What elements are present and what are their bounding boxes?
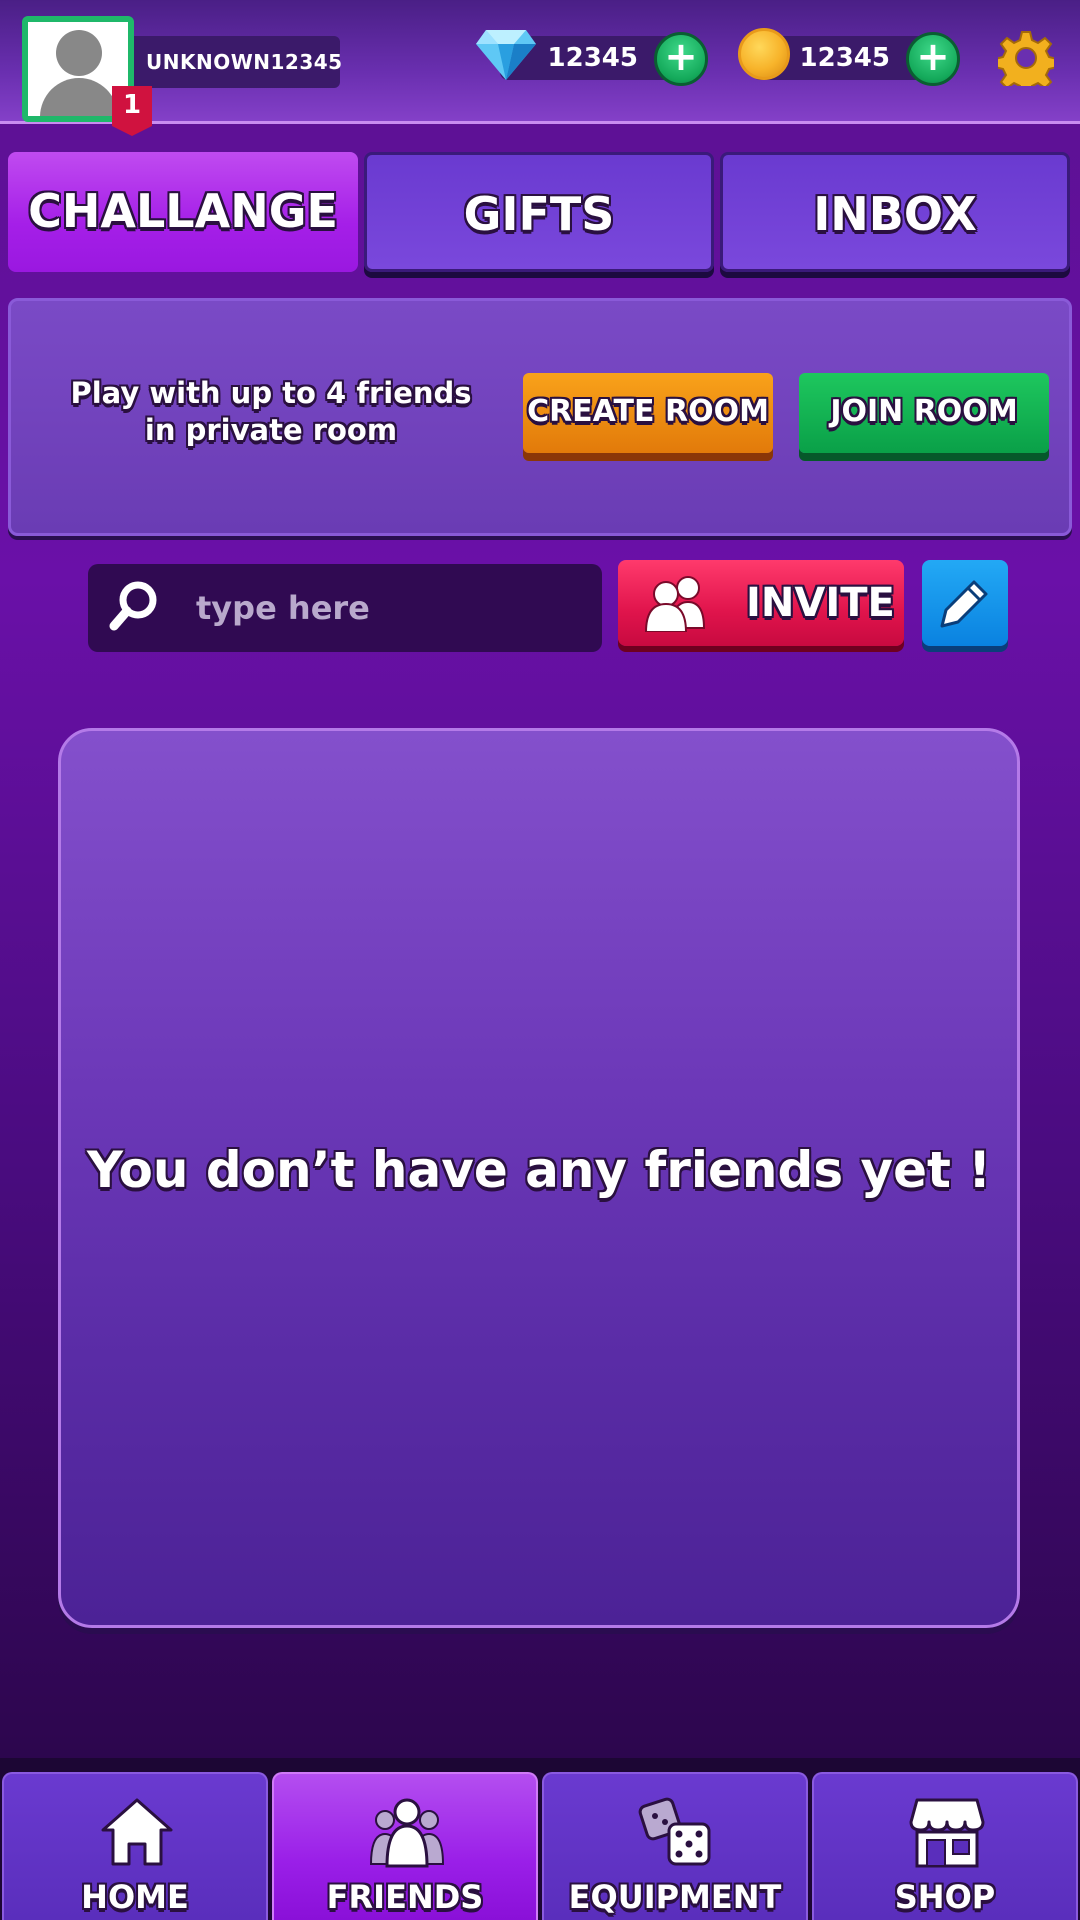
friends-icon xyxy=(369,1798,445,1868)
nav-shop[interactable]: SHOP xyxy=(812,1772,1078,1920)
search-icon xyxy=(109,581,157,631)
invite-button[interactable]: INVITE xyxy=(618,560,904,646)
level-badge: 1 xyxy=(112,86,152,136)
home-icon xyxy=(101,1798,173,1866)
nav-home[interactable]: HOME xyxy=(2,1772,268,1920)
pencil-icon xyxy=(940,580,988,628)
tab-inbox[interactable]: INBOX xyxy=(720,152,1070,272)
gear-icon[interactable] xyxy=(998,30,1054,86)
nav-friends-label: FRIENDS xyxy=(326,1878,484,1916)
private-room-panel: Play with up to 4 friends in private roo… xyxy=(8,298,1072,536)
nav-home-label: HOME xyxy=(81,1878,189,1916)
shop-icon xyxy=(909,1798,985,1868)
nav-equipment[interactable]: EQUIPMENT xyxy=(542,1772,808,1920)
invite-label: INVITE xyxy=(746,580,895,626)
avatar-head-shape xyxy=(56,30,102,76)
private-room-description: Play with up to 4 friends in private roo… xyxy=(70,376,472,447)
create-room-button[interactable]: CREATE ROOM xyxy=(523,373,773,453)
username: UNKNOWN12345 xyxy=(134,36,342,88)
empty-friends-message: You don’t have any friends yet ! xyxy=(86,1141,992,1199)
friends-list-panel: You don’t have any friends yet ! xyxy=(58,728,1020,1628)
nav-equipment-label: EQUIPMENT xyxy=(568,1878,782,1916)
dice-icon xyxy=(638,1797,711,1866)
nav-shop-label: SHOP xyxy=(894,1878,996,1916)
add-gems-button[interactable]: + xyxy=(654,32,708,86)
join-room-button[interactable]: JOIN ROOM xyxy=(799,373,1049,453)
add-coins-button[interactable]: + xyxy=(906,32,960,86)
edit-button[interactable] xyxy=(922,560,1008,646)
tab-gifts[interactable]: GIFTS xyxy=(364,152,714,272)
tab-challange[interactable]: CHALLANGE xyxy=(8,152,358,272)
diamond-icon xyxy=(476,30,536,80)
avatar-body-shape xyxy=(40,78,118,116)
nav-friends[interactable]: FRIENDS xyxy=(272,1772,538,1920)
search-input[interactable] xyxy=(196,580,586,636)
coin-icon xyxy=(738,28,790,80)
friends-icon xyxy=(644,576,706,632)
